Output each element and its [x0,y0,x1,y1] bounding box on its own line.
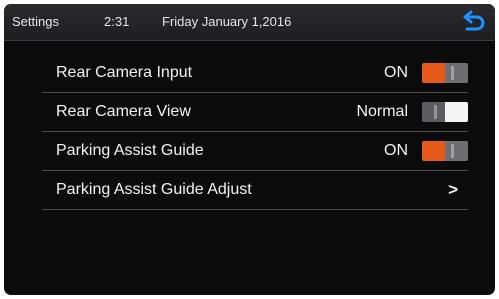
rear-camera-input-row[interactable]: Rear Camera Input ON [42,54,468,93]
parking-assist-guide-toggle[interactable] [422,141,468,161]
rear-camera-input-toggle[interactable] [422,63,468,83]
row-label: Parking Assist Guide [56,142,204,159]
rear-camera-view-row[interactable]: Rear Camera View Normal [42,93,468,132]
toggle-left [422,63,445,83]
row-label: Rear Camera Input [56,64,193,81]
toggle-right [445,63,468,83]
parking-assist-guide-adjust-row[interactable]: Parking Assist Guide Adjust > [42,171,468,210]
chevron-right-icon: > [448,180,458,199]
row-label: Rear Camera View [56,103,191,120]
row-value: ON [384,142,408,159]
toggle-grip [451,144,454,158]
toggle-grip [434,105,437,119]
toggle-right [445,141,468,161]
rear-camera-view-toggle[interactable] [422,102,468,122]
back-arrow-icon[interactable] [459,9,487,35]
parking-assist-guide-row[interactable]: Parking Assist Guide ON [42,132,468,171]
page-title: Settings [12,14,59,29]
clock-time: 2:31 [104,14,130,29]
toggle-right [445,102,468,122]
header-bar: Settings 2:31 Friday January 1,2016 [4,4,495,41]
settings-screen: Settings 2:31 Friday January 1,2016 Rear… [4,4,495,295]
toggle-left [422,141,445,161]
date-display: Friday January 1,2016 [162,14,292,29]
row-value: Normal [356,103,408,120]
row-label: Parking Assist Guide Adjust [56,181,252,198]
row-value: ON [384,64,408,81]
toggle-grip [451,66,454,80]
